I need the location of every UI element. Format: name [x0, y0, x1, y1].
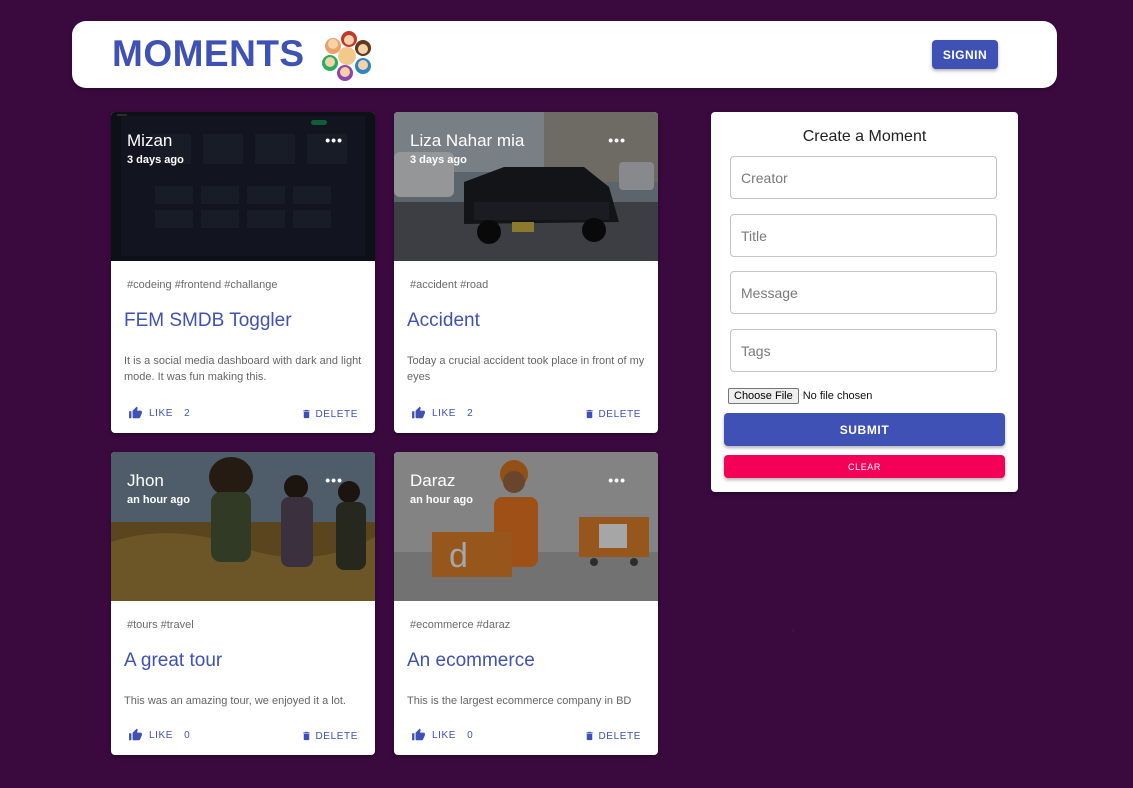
- delete-label: DELETE: [315, 408, 358, 420]
- post-creator: Jhon: [127, 471, 164, 490]
- trash-icon: [586, 731, 594, 741]
- delete-button[interactable]: DELETE: [301, 730, 358, 742]
- delete-label: DELETE: [598, 408, 641, 420]
- post-message: This was an amazing tour, we enjoyed it …: [124, 695, 346, 707]
- delete-label: DELETE: [598, 730, 641, 742]
- delete-button[interactable]: DELETE: [301, 408, 358, 420]
- post-creator: Daraz: [410, 471, 456, 490]
- thumb-up-icon: [412, 728, 425, 741]
- post-creator: Liza Nahar mia: [410, 131, 525, 150]
- trash-icon: [586, 409, 594, 419]
- like-count: 0: [184, 729, 191, 741]
- more-options-icon[interactable]: •••: [608, 132, 626, 148]
- post-tags: #codeing #frontend #challange: [127, 279, 278, 291]
- like-label: LIKE: [149, 729, 174, 741]
- post-time: 3 days ago: [410, 154, 467, 166]
- title-input[interactable]: [730, 214, 997, 257]
- trash-icon: [303, 409, 311, 419]
- post-message: This is the largest ecommerce company in…: [407, 695, 632, 707]
- like-count: 2: [184, 407, 191, 419]
- thumb-up-icon: [412, 406, 425, 419]
- post-card: d Daraz an hour ago ••• #ecommerce #dara…: [394, 452, 658, 755]
- post-title: FEM SMDB Toggler: [124, 310, 292, 331]
- people-circle-logo-icon: [319, 30, 375, 82]
- clear-button[interactable]: CLEAR: [724, 455, 1005, 478]
- form-title: Create a Moment: [802, 128, 927, 145]
- like-label: LIKE: [432, 407, 457, 419]
- like-count: 2: [467, 407, 474, 419]
- delete-button[interactable]: DELETE: [584, 408, 641, 420]
- post-card: Jhon an hour ago ••• #tours #travel A gr…: [111, 452, 375, 755]
- more-options-icon[interactable]: •••: [325, 132, 343, 148]
- post-tags: #accident #road: [410, 279, 489, 291]
- post-time: an hour ago: [410, 494, 473, 506]
- post-title: A great tour: [124, 650, 223, 671]
- like-label: LIKE: [149, 407, 174, 419]
- post-message: Today a crucial accident took place in f…: [407, 355, 645, 383]
- choose-file-button[interactable]: Choose File: [728, 388, 799, 404]
- post-card: Liza Nahar mia 3 days ago ••• #accident …: [394, 112, 658, 433]
- like-label: LIKE: [432, 729, 457, 741]
- create-moment-form: Create a Moment Choose File No file chos…: [711, 112, 1018, 492]
- tags-input[interactable]: [730, 329, 997, 372]
- post-title: An ecommerce: [407, 650, 535, 671]
- like-button[interactable]: LIKE 2: [128, 406, 190, 420]
- brand-title[interactable]: MOMENTS: [112, 33, 305, 75]
- delete-button[interactable]: DELETE: [584, 730, 641, 742]
- like-button[interactable]: LIKE 0: [411, 728, 473, 742]
- like-button[interactable]: LIKE 2: [411, 406, 473, 420]
- more-options-icon[interactable]: •••: [608, 472, 626, 488]
- file-input: Choose File No file chosen: [728, 388, 872, 404]
- message-input[interactable]: [730, 271, 997, 314]
- post-title: Accident: [407, 310, 480, 331]
- post-time: an hour ago: [127, 494, 190, 506]
- signin-button[interactable]: SIGNIN: [932, 40, 998, 69]
- trash-icon: [303, 731, 311, 741]
- file-status: No file chosen: [802, 390, 873, 402]
- thumb-up-icon: [129, 406, 142, 419]
- post-card: Mizan 3 days ago ••• #codeing #frontend …: [111, 112, 375, 433]
- more-options-icon[interactable]: •••: [325, 472, 343, 488]
- thumb-up-icon: [129, 728, 142, 741]
- post-creator: Mizan: [127, 131, 173, 150]
- post-message: It is a social media dashboard with dark…: [124, 355, 362, 383]
- post-time: 3 days ago: [127, 154, 184, 166]
- like-count: 0: [467, 729, 474, 741]
- creator-input[interactable]: [730, 156, 997, 199]
- delete-label: DELETE: [315, 730, 358, 742]
- post-tags: #ecommerce #daraz: [410, 619, 511, 631]
- app-bar: MOMENTS SIGNIN: [72, 21, 1057, 88]
- like-button[interactable]: LIKE 0: [128, 728, 190, 742]
- submit-button[interactable]: SUBMIT: [724, 413, 1005, 446]
- post-tags: #tours #travel: [127, 619, 194, 631]
